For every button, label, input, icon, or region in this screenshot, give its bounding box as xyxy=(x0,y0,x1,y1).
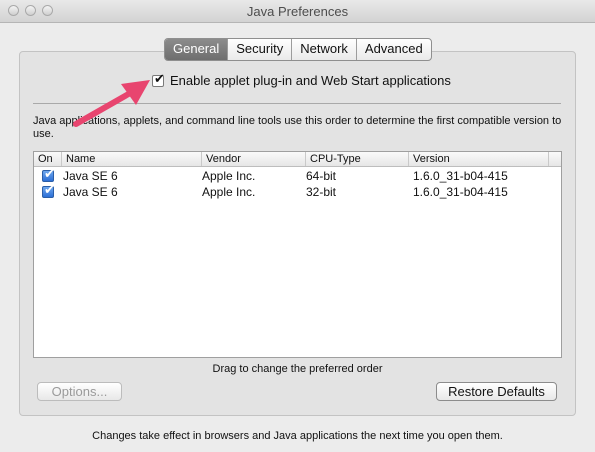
annotation-arrow-icon xyxy=(73,80,150,127)
